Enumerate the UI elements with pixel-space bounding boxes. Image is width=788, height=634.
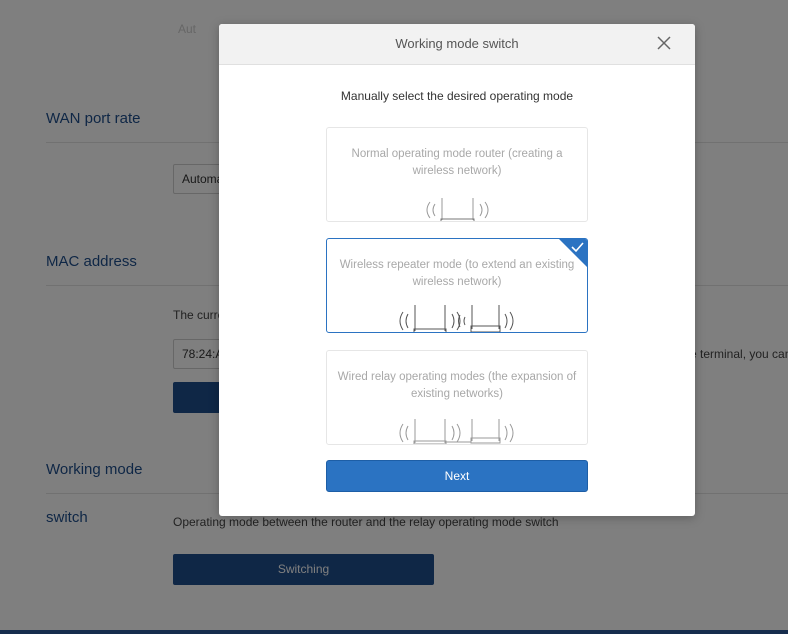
dialog-title: Working mode switch	[395, 36, 519, 51]
next-button[interactable]: Next	[326, 460, 588, 492]
dialog-header: Working mode switch	[219, 24, 695, 65]
wired-relay-icon	[399, 419, 514, 444]
close-icon[interactable]	[655, 34, 673, 52]
working-mode-dialog: Working mode switch Manually select the …	[219, 24, 695, 516]
option-router-mode[interactable]: Normal operating mode router (creating a…	[326, 127, 588, 222]
option-wired-relay-mode[interactable]: Wired relay operating modes (the expansi…	[326, 350, 588, 445]
repeater-icon	[399, 305, 514, 332]
option-repeater-mode[interactable]: Wireless repeater mode (to extend an exi…	[326, 238, 588, 333]
router-icon	[426, 198, 489, 221]
dialog-subtitle: Manually select the desired operating mo…	[340, 89, 574, 103]
